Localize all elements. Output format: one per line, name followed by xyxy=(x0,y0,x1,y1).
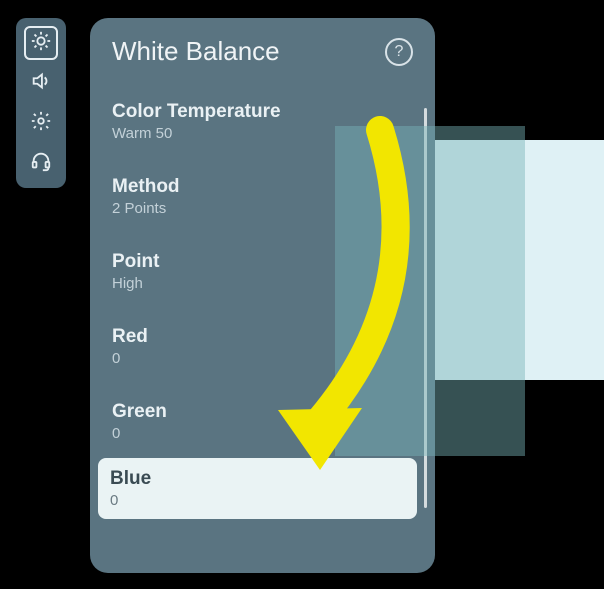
headset-icon xyxy=(30,150,52,177)
setting-red[interactable]: Red 0 xyxy=(112,316,413,377)
setting-blue[interactable]: Blue 0 xyxy=(98,458,417,519)
setting-value: High xyxy=(112,275,413,292)
scrollbar-thumb[interactable] xyxy=(424,108,427,508)
setting-label: Red xyxy=(112,326,413,348)
setting-label: Method xyxy=(112,176,413,198)
gear-icon xyxy=(30,110,52,137)
setting-point[interactable]: Point High xyxy=(112,241,413,302)
panel-header: White Balance ? xyxy=(112,36,413,67)
setting-value: 0 xyxy=(110,492,405,509)
setting-label: Green xyxy=(112,401,413,423)
setting-method[interactable]: Method 2 Points xyxy=(112,166,413,227)
setting-value: 2 Points xyxy=(112,200,413,217)
setting-label: Point xyxy=(112,251,413,273)
settings-panel: White Balance ? Color Temperature Warm 5… xyxy=(90,18,435,573)
setting-color-temperature[interactable]: Color Temperature Warm 50 xyxy=(112,91,413,152)
sidebar-item-picture[interactable] xyxy=(24,26,58,60)
brightness-icon xyxy=(30,30,52,57)
setting-label: Color Temperature xyxy=(112,101,413,123)
speaker-icon xyxy=(30,70,52,97)
sidebar-item-sound[interactable] xyxy=(24,66,58,100)
setting-value: 0 xyxy=(112,350,413,367)
setting-value: Warm 50 xyxy=(112,125,413,142)
setting-label: Blue xyxy=(110,468,405,490)
setting-green[interactable]: Green 0 xyxy=(112,391,413,452)
question-icon: ? xyxy=(395,43,404,61)
sidebar xyxy=(16,18,66,188)
panel-title: White Balance xyxy=(112,36,280,67)
sidebar-item-settings[interactable] xyxy=(24,106,58,140)
sidebar-item-support[interactable] xyxy=(24,146,58,180)
help-button[interactable]: ? xyxy=(385,38,413,66)
setting-value: 0 xyxy=(112,425,413,442)
background-bright-rect xyxy=(434,140,604,380)
